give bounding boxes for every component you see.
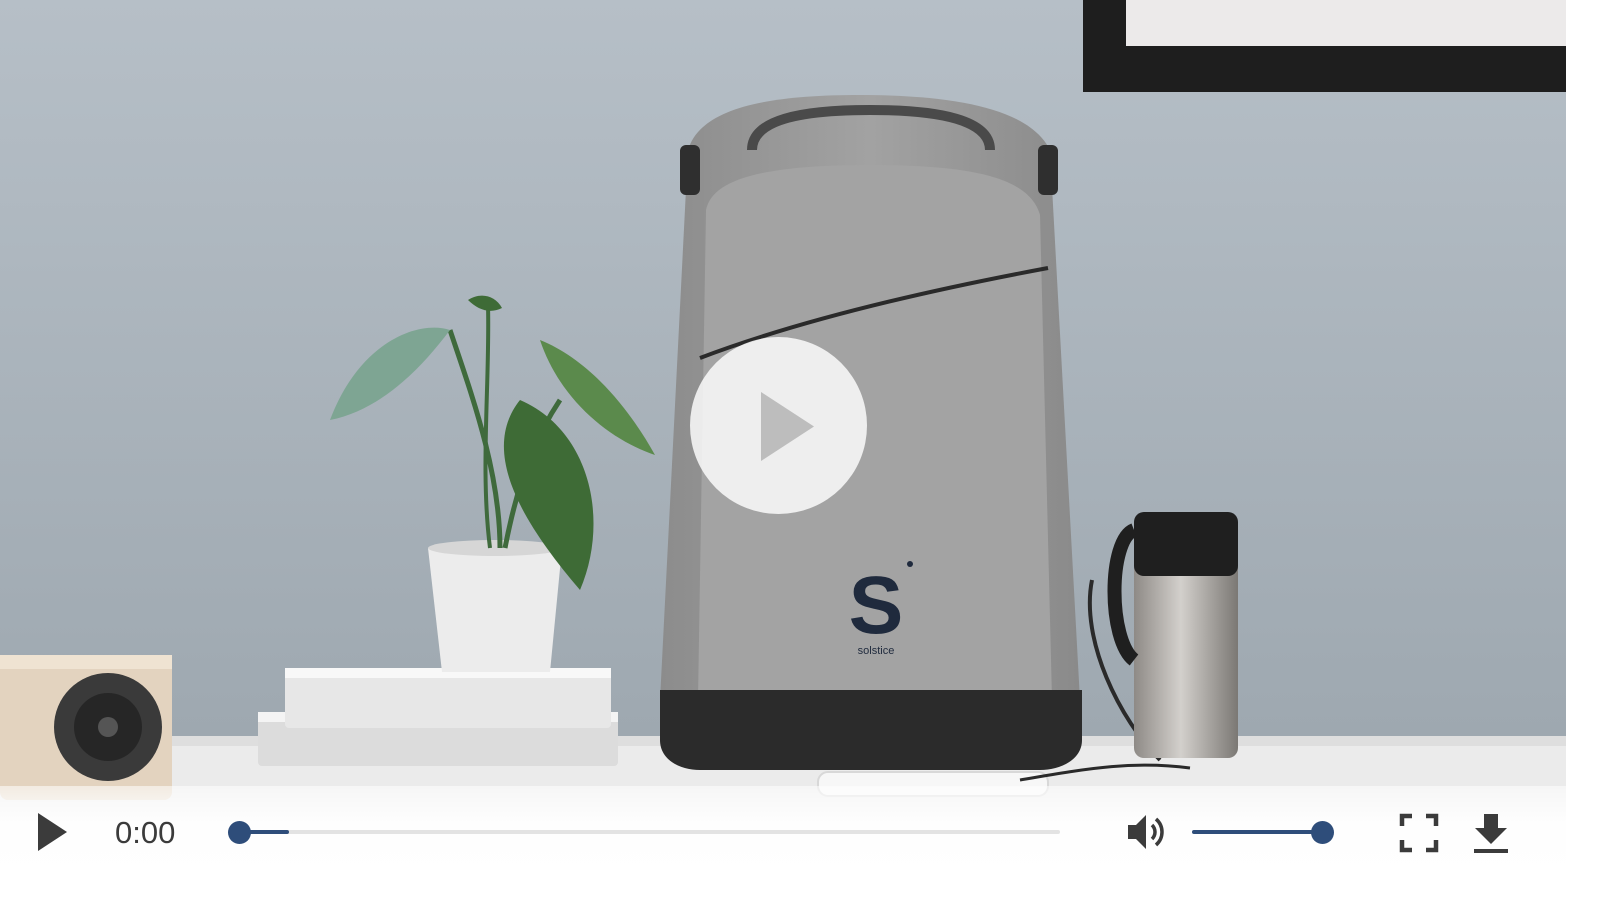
play-icon bbox=[761, 392, 814, 461]
brand-logo: S bbox=[849, 560, 904, 651]
big-play-button[interactable] bbox=[690, 337, 867, 514]
play-button[interactable] bbox=[30, 809, 72, 855]
brand-logo-subtext: solstice bbox=[858, 645, 895, 657]
fullscreen-icon bbox=[1399, 813, 1439, 853]
volume-slider-thumb[interactable] bbox=[1311, 821, 1334, 844]
fullscreen-button[interactable] bbox=[1398, 812, 1440, 854]
video-player[interactable]: S solstice 0:00 bbox=[0, 0, 1566, 878]
volume-button[interactable] bbox=[1124, 810, 1168, 854]
download-icon bbox=[1474, 814, 1508, 853]
volume-slider[interactable] bbox=[1192, 830, 1322, 834]
play-icon bbox=[38, 813, 67, 851]
volume-icon bbox=[1128, 815, 1164, 849]
progress-scrubber[interactable] bbox=[228, 821, 251, 844]
current-time: 0:00 bbox=[115, 815, 176, 850]
progress-bar[interactable] bbox=[240, 830, 1060, 834]
download-button[interactable] bbox=[1470, 810, 1512, 856]
